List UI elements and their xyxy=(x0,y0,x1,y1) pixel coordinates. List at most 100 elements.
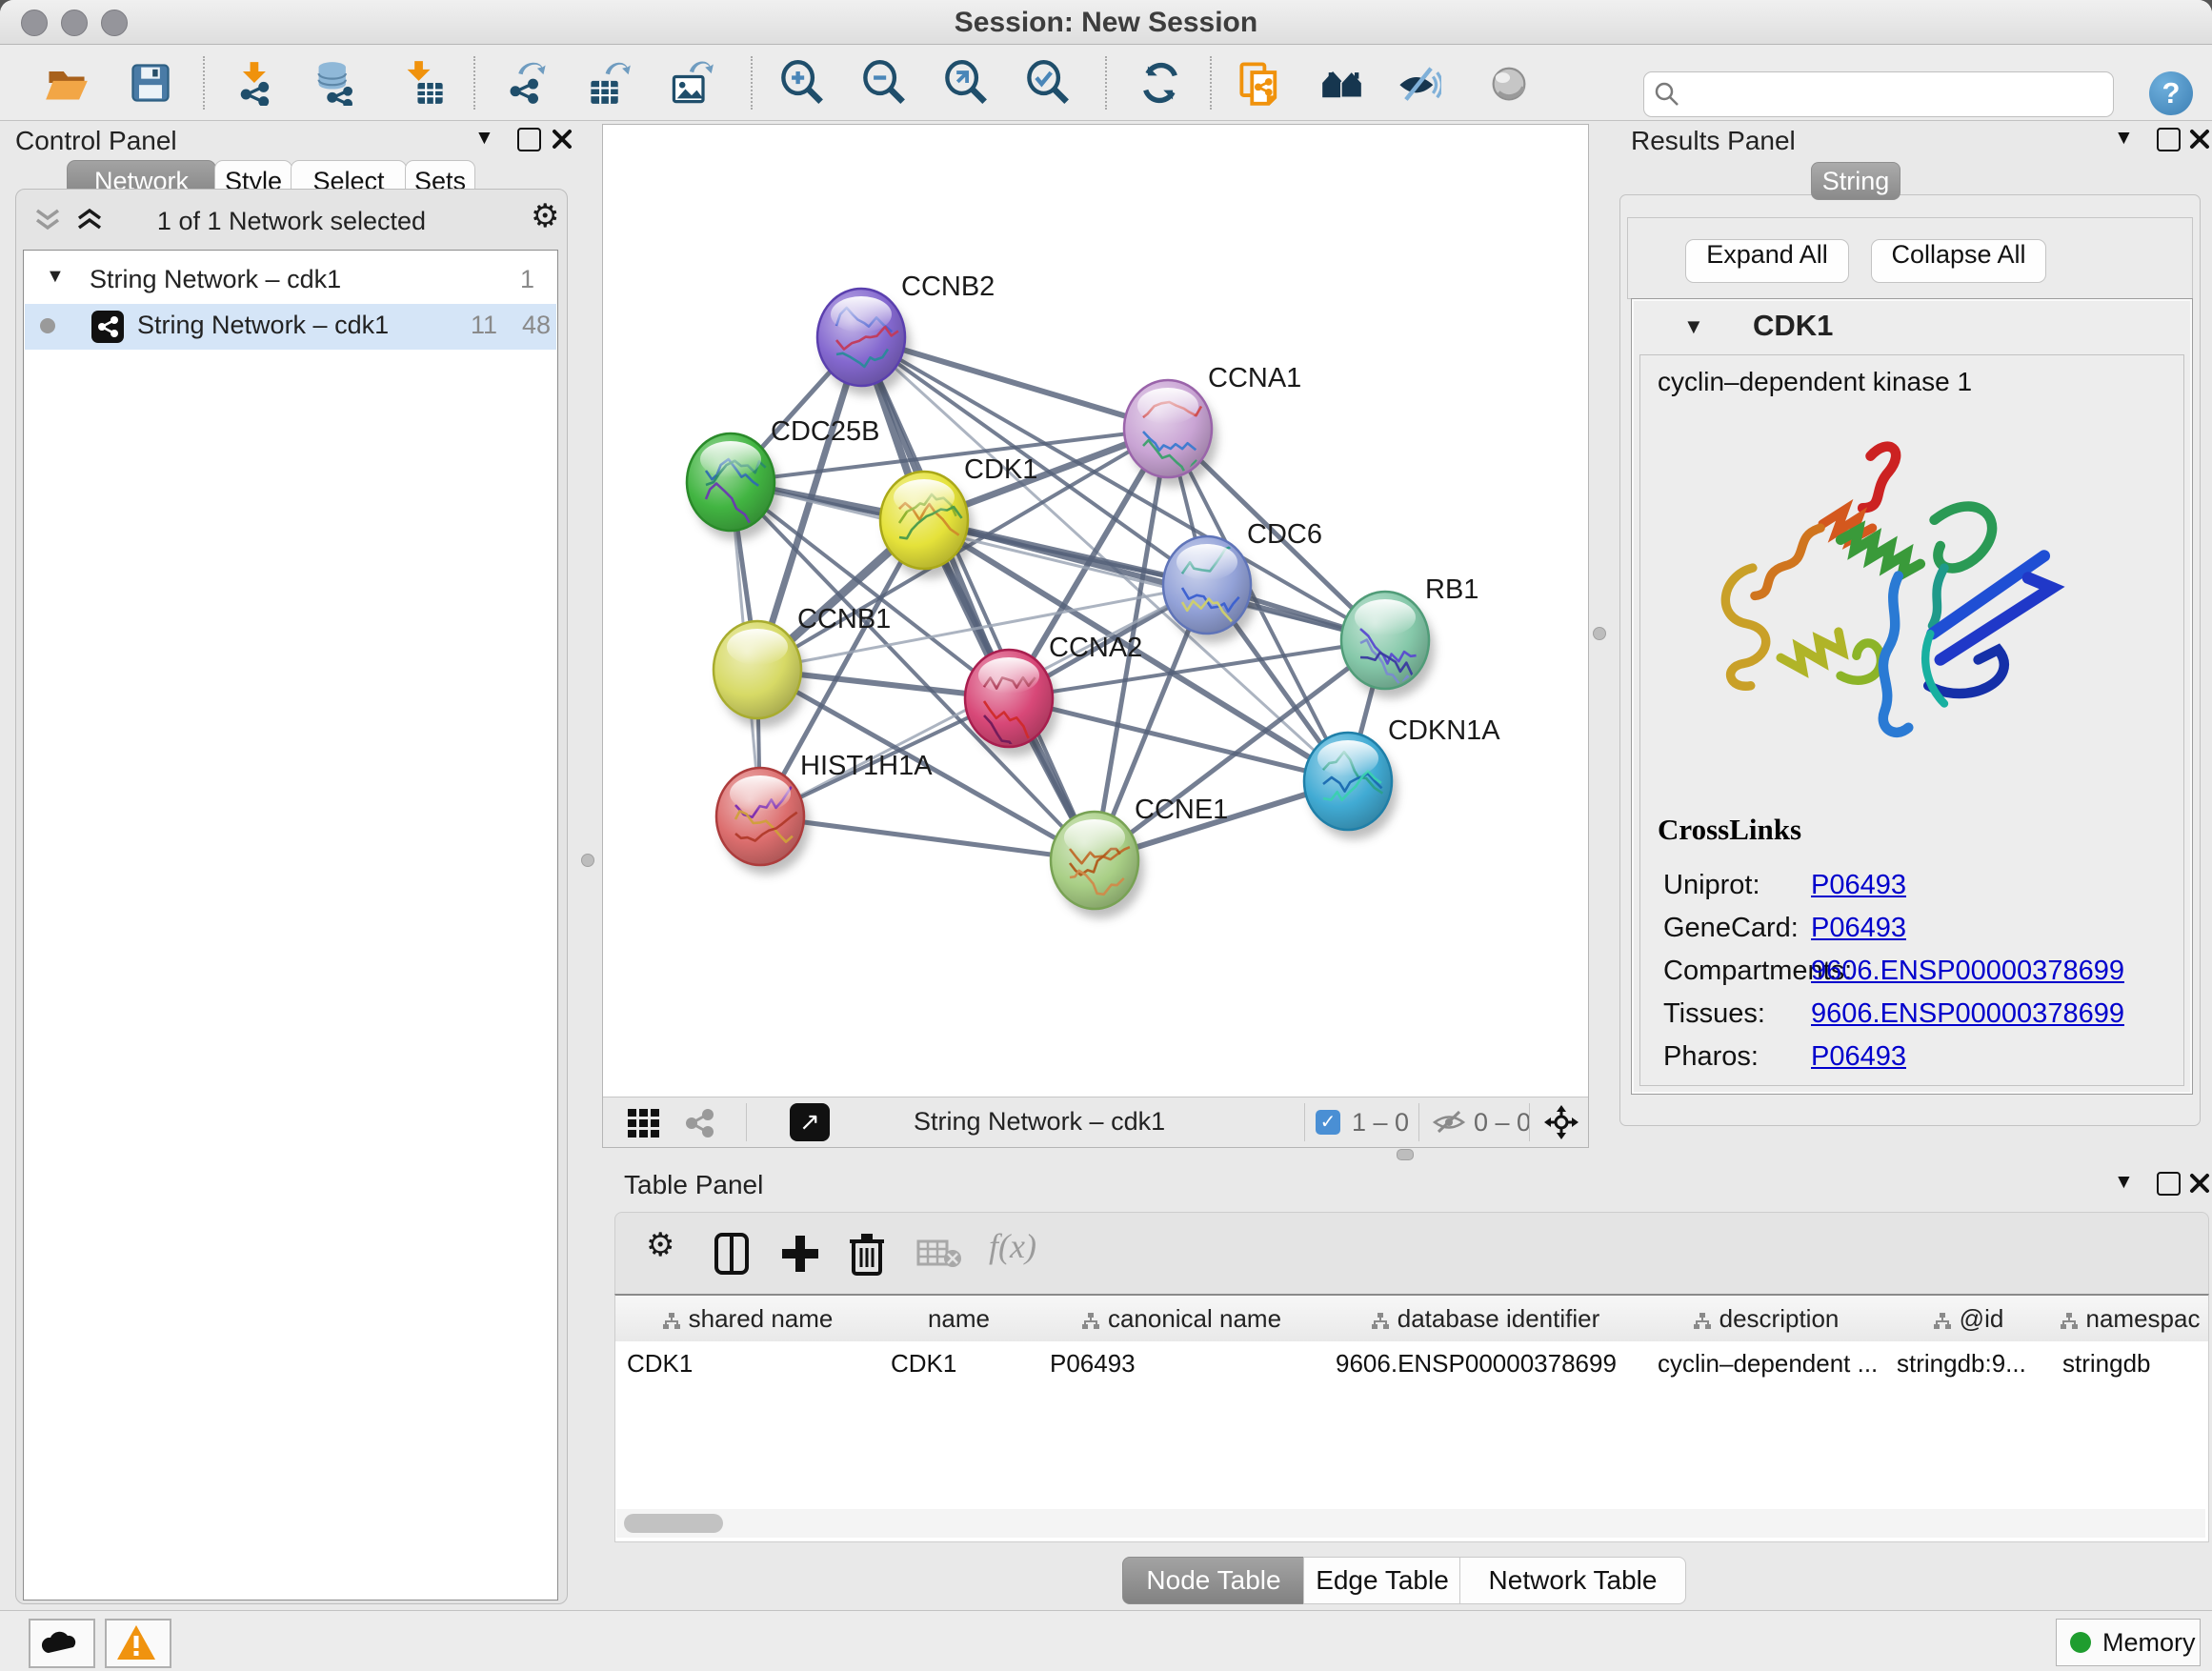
open-session-icon[interactable] xyxy=(44,60,90,106)
import-network-file-icon[interactable] xyxy=(232,60,278,106)
network-row-selected[interactable]: String Network – cdk1 11 48 xyxy=(25,304,556,350)
toolbar-separator xyxy=(203,56,205,110)
table-panel-collapse-icon[interactable]: ▼ xyxy=(2114,1171,2134,1194)
scrollbar-thumb[interactable] xyxy=(624,1514,723,1533)
network-node-RB1[interactable]: RB1 xyxy=(1341,574,1478,698)
column-header-database-identifier[interactable]: database identifier xyxy=(1324,1296,1647,1341)
cell-shared-name[interactable]: CDK1 xyxy=(615,1341,879,1385)
table-panel-float-icon[interactable] xyxy=(2157,1172,2181,1196)
results-panel-float-icon[interactable] xyxy=(2157,128,2181,151)
tab-edge-table[interactable]: Edge Table xyxy=(1303,1557,1461,1604)
results-panel-collapse-icon[interactable]: ▼ xyxy=(2114,127,2134,150)
zoom-selected-icon[interactable] xyxy=(1025,60,1071,106)
vertical-splitter-handle[interactable] xyxy=(581,854,594,867)
toolbar-separator xyxy=(1105,56,1107,110)
network-edge[interactable] xyxy=(760,816,1095,860)
crosslink-value-link[interactable]: 9606.ENSP00000378699 xyxy=(1811,956,2124,987)
crosslink-value-link[interactable]: P06493 xyxy=(1811,1041,1906,1073)
hide-selected-eye-icon[interactable] xyxy=(1396,60,1441,106)
selected-count: 1 – 0 xyxy=(1352,1108,1409,1137)
search-input[interactable] xyxy=(1686,76,2100,111)
node-label-CDK1: CDK1 xyxy=(964,454,1037,485)
network-edge[interactable] xyxy=(861,337,1095,860)
table-panel-close-icon[interactable] xyxy=(2188,1172,2211,1195)
share-view-icon[interactable] xyxy=(683,1107,715,1139)
control-panel-collapse-icon[interactable]: ▼ xyxy=(474,127,494,150)
import-network-database-icon[interactable] xyxy=(312,60,358,106)
window-title: Session: New Session xyxy=(0,7,2212,39)
warning-button[interactable] xyxy=(105,1619,171,1668)
node-label-CCNB1: CCNB1 xyxy=(797,604,891,634)
search-icon xyxy=(1654,81,1680,108)
export-table-icon[interactable] xyxy=(587,60,633,106)
collapse-all-button[interactable]: Collapse All xyxy=(1871,239,2046,283)
tab-node-table[interactable]: Node Table xyxy=(1122,1557,1305,1604)
create-column-icon[interactable] xyxy=(779,1232,821,1276)
crosslink-value-link[interactable]: 9606.ENSP00000378699 xyxy=(1811,998,2124,1030)
network-canvas[interactable]: CCNB2CCNA1CDC25BCDK1CDC6RB1CCNB1CCNA2CDK… xyxy=(603,125,1588,1097)
network-node-HIST1H1A[interactable]: HIST1H1A xyxy=(716,751,933,875)
cloud-button[interactable] xyxy=(29,1619,95,1668)
function-builder-icon[interactable]: f(x) xyxy=(989,1226,1036,1266)
results-panel-close-icon[interactable] xyxy=(2188,128,2211,151)
node-label-HIST1H1A: HIST1H1A xyxy=(800,751,933,781)
cell-namespace[interactable]: stringdb xyxy=(2051,1341,2212,1385)
table-options-gear-icon[interactable]: ⚙ xyxy=(646,1226,674,1264)
refresh-icon[interactable] xyxy=(1137,60,1183,106)
show-columns-icon[interactable] xyxy=(711,1232,753,1276)
network-node-CCNA1[interactable]: CCNA1 xyxy=(1124,363,1301,487)
string-network-icon xyxy=(91,311,124,343)
memory-button[interactable]: Memory xyxy=(2056,1619,2201,1666)
export-image-icon[interactable] xyxy=(669,60,714,106)
control-panel-float-icon[interactable] xyxy=(517,128,541,151)
expand-all-button[interactable]: Expand All xyxy=(1685,239,1849,283)
column-header-shared-name[interactable]: shared name xyxy=(615,1296,880,1341)
grid-view-icon[interactable] xyxy=(628,1109,660,1137)
delete-table-icon[interactable] xyxy=(916,1239,962,1270)
pan-crosshair-icon[interactable] xyxy=(1542,1103,1580,1141)
column-header-namespace[interactable]: namespac xyxy=(2051,1296,2208,1341)
delete-column-icon[interactable] xyxy=(848,1232,886,1278)
section-collapse-icon[interactable]: ▼ xyxy=(1683,314,1704,339)
main-toolbar: ? xyxy=(0,45,2212,121)
help-icon[interactable]: ? xyxy=(2149,71,2193,115)
horizontal-scrollbar[interactable] xyxy=(616,1509,2205,1538)
export-network-icon[interactable] xyxy=(504,60,550,106)
cell-database-identifier[interactable]: 9606.ENSP00000378699 xyxy=(1324,1341,1646,1385)
network-node-CDC6[interactable]: CDC6 xyxy=(1163,519,1322,643)
cell-id[interactable]: stringdb:9... xyxy=(1885,1341,2051,1385)
network-node-CDKN1A[interactable]: CDKN1A xyxy=(1304,715,1500,839)
column-header-description[interactable]: description xyxy=(1646,1296,1886,1341)
memory-status-icon xyxy=(2070,1632,2091,1653)
network-collection-row[interactable]: ▼ String Network – cdk1 1 xyxy=(25,258,556,304)
zoom-fit-icon[interactable] xyxy=(943,60,989,106)
cell-description[interactable]: cyclin–dependent ... xyxy=(1646,1341,1885,1385)
horizontal-splitter-handle[interactable] xyxy=(1397,1149,1414,1160)
birds-eye-view-icon[interactable]: ↗ xyxy=(790,1103,830,1141)
column-header-id[interactable]: @id xyxy=(1885,1296,2052,1341)
column-header-name[interactable]: name xyxy=(879,1296,1039,1341)
cell-name[interactable]: CDK1 xyxy=(879,1341,1038,1385)
tab-network-table[interactable]: Network Table xyxy=(1459,1557,1686,1604)
network-collection-label: String Network – cdk1 xyxy=(90,265,341,294)
save-session-icon[interactable] xyxy=(128,60,173,106)
network-node-CCNE1[interactable]: CCNE1 xyxy=(1051,795,1228,918)
selected-checkbox[interactable]: ✓ xyxy=(1316,1110,1340,1135)
crosslink-value-link[interactable]: P06493 xyxy=(1811,913,1906,944)
import-table-icon[interactable] xyxy=(401,60,447,106)
gene-section-header[interactable]: ▼ CDK1 xyxy=(1634,301,2190,354)
zoom-out-icon[interactable] xyxy=(861,60,907,106)
home-icon[interactable] xyxy=(1320,60,1366,106)
cell-canonical-name[interactable]: P06493 xyxy=(1038,1341,1324,1385)
show-all-eye-icon[interactable] xyxy=(1486,60,1532,106)
tab-string-results[interactable]: String xyxy=(1811,162,1900,200)
copy-style-icon[interactable] xyxy=(1237,60,1283,106)
column-header-canonical-name[interactable]: canonical name xyxy=(1038,1296,1325,1341)
tree-expand-icon[interactable]: ▼ xyxy=(46,266,65,288)
network-node-CCNB1[interactable]: CCNB1 xyxy=(714,604,891,728)
vertical-splitter-handle-right[interactable] xyxy=(1593,627,1606,640)
network-options-gear-icon[interactable]: ⚙ xyxy=(531,197,559,235)
zoom-in-icon[interactable] xyxy=(779,60,825,106)
crosslink-value-link[interactable]: P06493 xyxy=(1811,870,1906,901)
control-panel-close-icon[interactable] xyxy=(551,128,573,151)
